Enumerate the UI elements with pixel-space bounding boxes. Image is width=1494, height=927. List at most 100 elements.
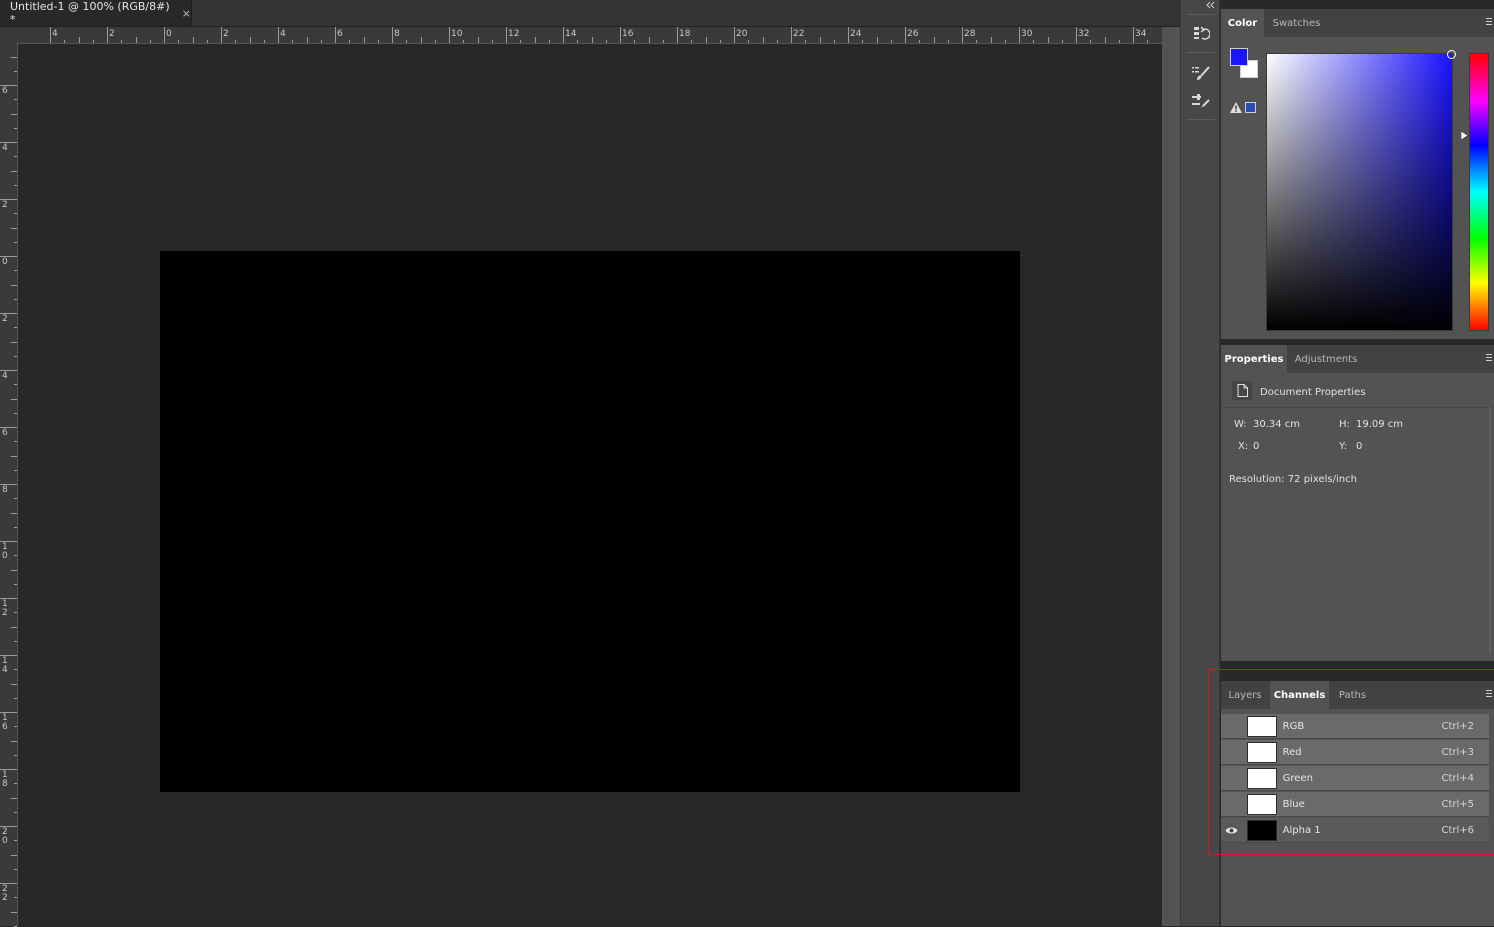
ruler-tick [406,40,408,43]
channel-row-blue[interactable]: Blue Ctrl+5 [1221,792,1489,817]
ruler-tick [420,37,422,43]
ruler-tick [14,99,17,101]
close-icon[interactable]: × [182,7,191,20]
ruler-tick [306,37,308,43]
tab-channels[interactable]: Channels [1270,681,1329,709]
ruler-tick [990,37,992,43]
horizontal-ruler[interactable]: 4 2 0 2 4 6 8 10 12 14 16 18 20 22 24 26 28 30 32 34 [17,27,1163,44]
ruler-tick [14,441,17,443]
tab-adjustments[interactable]: Adjustments [1287,345,1365,373]
channel-shortcut: Ctrl+4 [1441,772,1475,784]
ruler-tick [206,40,208,43]
dock-divider [1162,27,1180,926]
vertical-ruler[interactable]: 6 4 2 0 2 4 6 8 1 0 1 2 1 4 1 6 1 8 2 0 2 2 [0,43,18,927]
properties-panel: Properties Adjustments Document Properti… [1221,345,1494,661]
ruler-label: 6 [2,428,8,438]
ruler-tick [107,27,108,43]
ruler-tick [14,469,17,471]
gamut-warning-icon[interactable] [1230,102,1242,116]
tab-color[interactable]: Color [1221,9,1264,37]
document-icon [1232,381,1252,400]
channel-row-rgb[interactable]: RGB Ctrl+2 [1221,714,1489,739]
height-label: H: [1339,419,1350,430]
hue-slider[interactable] [1469,53,1489,331]
ruler-tick [121,40,123,43]
ruler-tick [11,740,17,742]
panel-menu-icon[interactable] [1486,18,1492,27]
tab-properties[interactable]: Properties [1221,345,1287,373]
ruler-label: 14 [565,29,577,39]
ruler-tick [14,697,17,699]
ruler-tick [14,156,17,158]
tab-paths[interactable]: Paths [1330,681,1375,709]
ruler-tick [14,583,17,585]
y-value[interactable]: 0 [1356,441,1362,452]
ruler-tick [14,868,17,870]
ruler-tick [577,40,579,43]
hue-slider-handle[interactable] [1460,130,1469,143]
ruler-tick [14,840,17,842]
tab-swatches[interactable]: Swatches [1264,9,1329,37]
channel-name: Red [1282,746,1302,758]
ruler-tick [762,37,764,43]
ruler-label: 12 [508,29,520,39]
ruler-label: 4 [52,29,58,39]
panel-menu-icon[interactable] [1486,354,1492,363]
ruler-label: 0 [166,29,172,39]
web-safe-swatch[interactable] [1245,102,1256,113]
channel-row-green[interactable]: Green Ctrl+4 [1221,766,1489,791]
document-tab[interactable]: Untitled-1 @ 100% (RGB/8#) * × [0,0,192,26]
history-icon[interactable] [1189,21,1213,45]
channel-row-alpha-1[interactable]: Alpha 1 Ctrl+6 [1221,818,1489,843]
width-value[interactable]: 30.34 cm [1253,419,1300,430]
ruler-tick [14,754,17,756]
ruler-label: 22 [793,29,805,39]
ruler-tick [905,27,906,43]
ruler-label: 2 0 [2,827,8,846]
height-value[interactable]: 19.09 cm [1356,419,1403,430]
visibility-toggle[interactable] [1221,792,1243,817]
panel-menu-icon[interactable] [1486,690,1492,699]
x-value[interactable]: 0 [1253,441,1259,452]
ruler-tick [819,37,821,43]
brush-presets-icon[interactable] [1189,61,1213,85]
ruler-tick [662,40,664,43]
ruler-label: 1 0 [2,542,8,561]
eye-icon[interactable] [1221,818,1243,843]
foreground-swatch[interactable] [1230,48,1248,66]
tab-layers[interactable]: Layers [1221,681,1269,709]
ruler-tick [463,40,465,43]
ruler-corner[interactable] [0,27,17,43]
tool-presets-icon[interactable] [1189,89,1213,113]
ruler-tick [164,27,165,43]
ruler-tick [862,40,864,43]
ruler-tick [64,40,66,43]
ruler-label: 10 [451,29,463,39]
color-picker-circle[interactable] [1447,50,1456,59]
ruler-label: 20 [736,29,748,39]
visibility-toggle[interactable] [1221,714,1243,739]
document-canvas[interactable] [160,251,1020,792]
properties-scrollbar[interactable] [1489,407,1491,653]
channel-shortcut: Ctrl+2 [1441,720,1475,732]
visibility-toggle[interactable] [1221,766,1243,791]
ruler-tick [14,811,17,813]
ruler-tick [634,40,636,43]
strip-separator [1187,14,1215,15]
color-field[interactable] [1266,50,1456,331]
ruler-tick [11,512,17,514]
ruler-tick [11,56,17,58]
ruler-tick [434,40,436,43]
ruler-tick [776,40,778,43]
visibility-toggle[interactable] [1221,740,1243,765]
double-chevron-icon[interactable] [1203,0,1219,10]
ruler-tick [278,27,279,43]
ruler-tick [791,27,792,43]
ruler-label: 1 6 [2,713,8,732]
channel-row-red[interactable]: Red Ctrl+3 [1221,740,1489,765]
ruler-tick [14,213,17,215]
channel-shortcut: Ctrl+6 [1441,824,1475,836]
ruler-tick [14,270,17,272]
ruler-tick [14,669,17,671]
ruler-label: 6 [337,29,343,39]
